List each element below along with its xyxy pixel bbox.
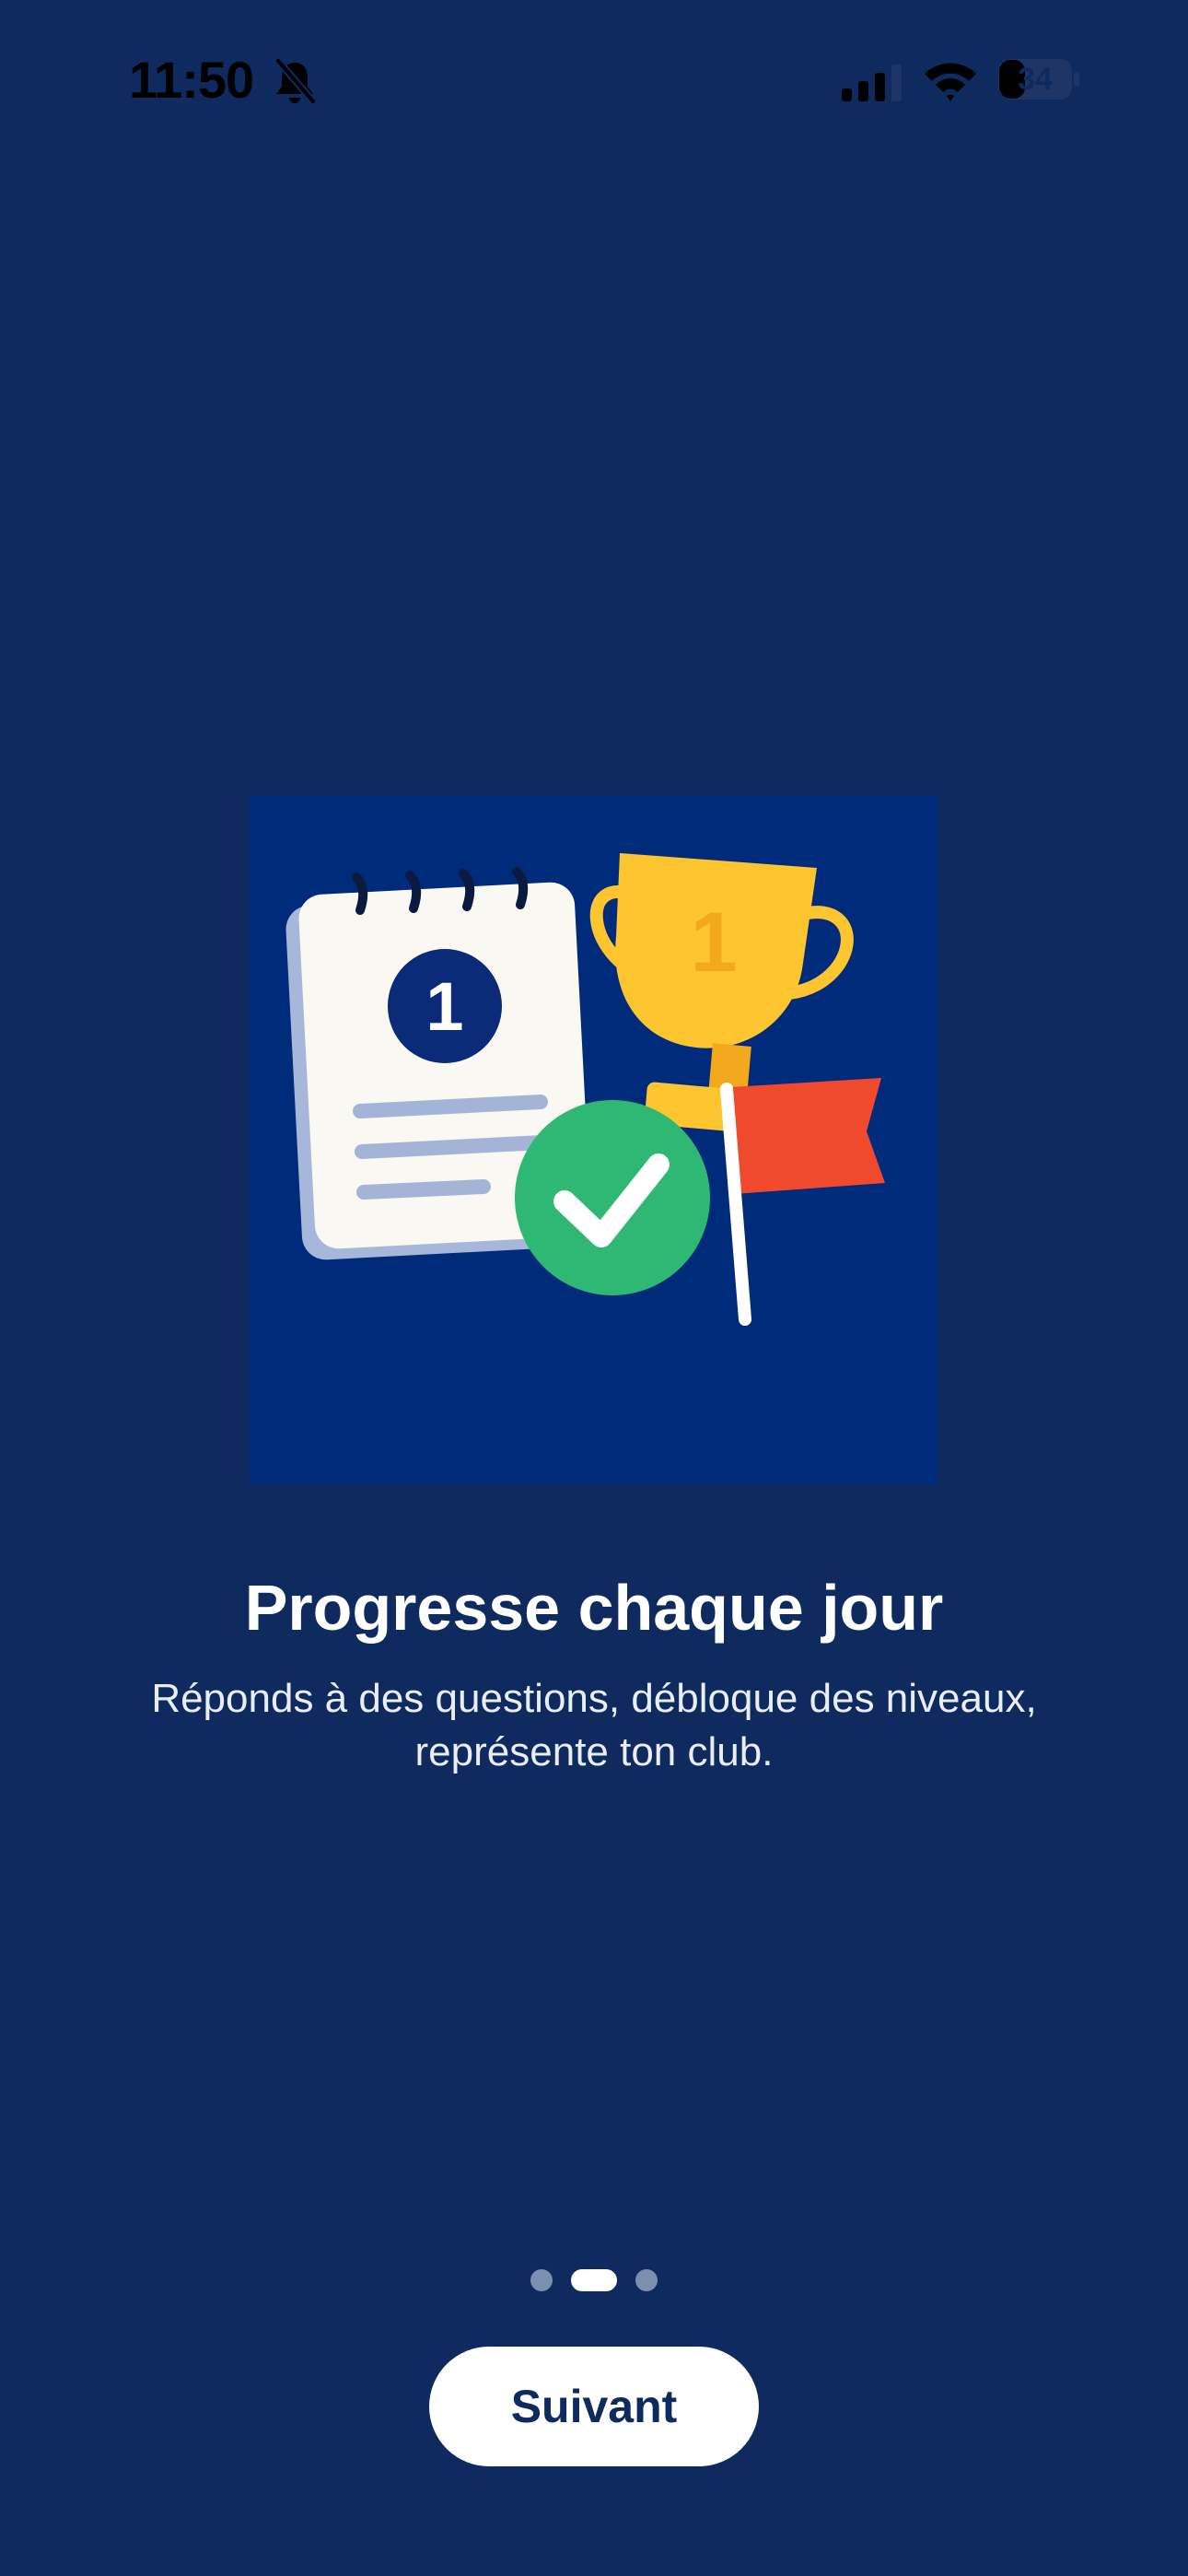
page-dot-1[interactable]	[530, 2269, 553, 2291]
wifi-icon	[925, 63, 976, 101]
trophy-number: 1	[690, 896, 737, 989]
status-bar: 11:50 34	[0, 0, 1188, 157]
checkmark-icon	[515, 1100, 710, 1295]
onboarding-subtitle: Réponds à des questions, débloque des ni…	[151, 1676, 1037, 1774]
page-indicator	[0, 2268, 1188, 2292]
onboarding-title: Progresse chaque jour	[244, 1572, 944, 1644]
battery-level: 34	[1018, 62, 1053, 97]
next-button[interactable]: Suivant	[429, 2347, 759, 2466]
cellular-signal-icon	[842, 64, 902, 101]
status-time: 11:50	[129, 51, 254, 109]
calendar-number: 1	[425, 968, 463, 1045]
battery-icon: 34	[998, 59, 1081, 100]
page-dot-3[interactable]	[635, 2269, 658, 2291]
bell-slash-icon	[274, 57, 317, 105]
onboarding-illustration: 1 1	[250, 796, 938, 1484]
page-dot-2-active[interactable]	[571, 2269, 617, 2291]
